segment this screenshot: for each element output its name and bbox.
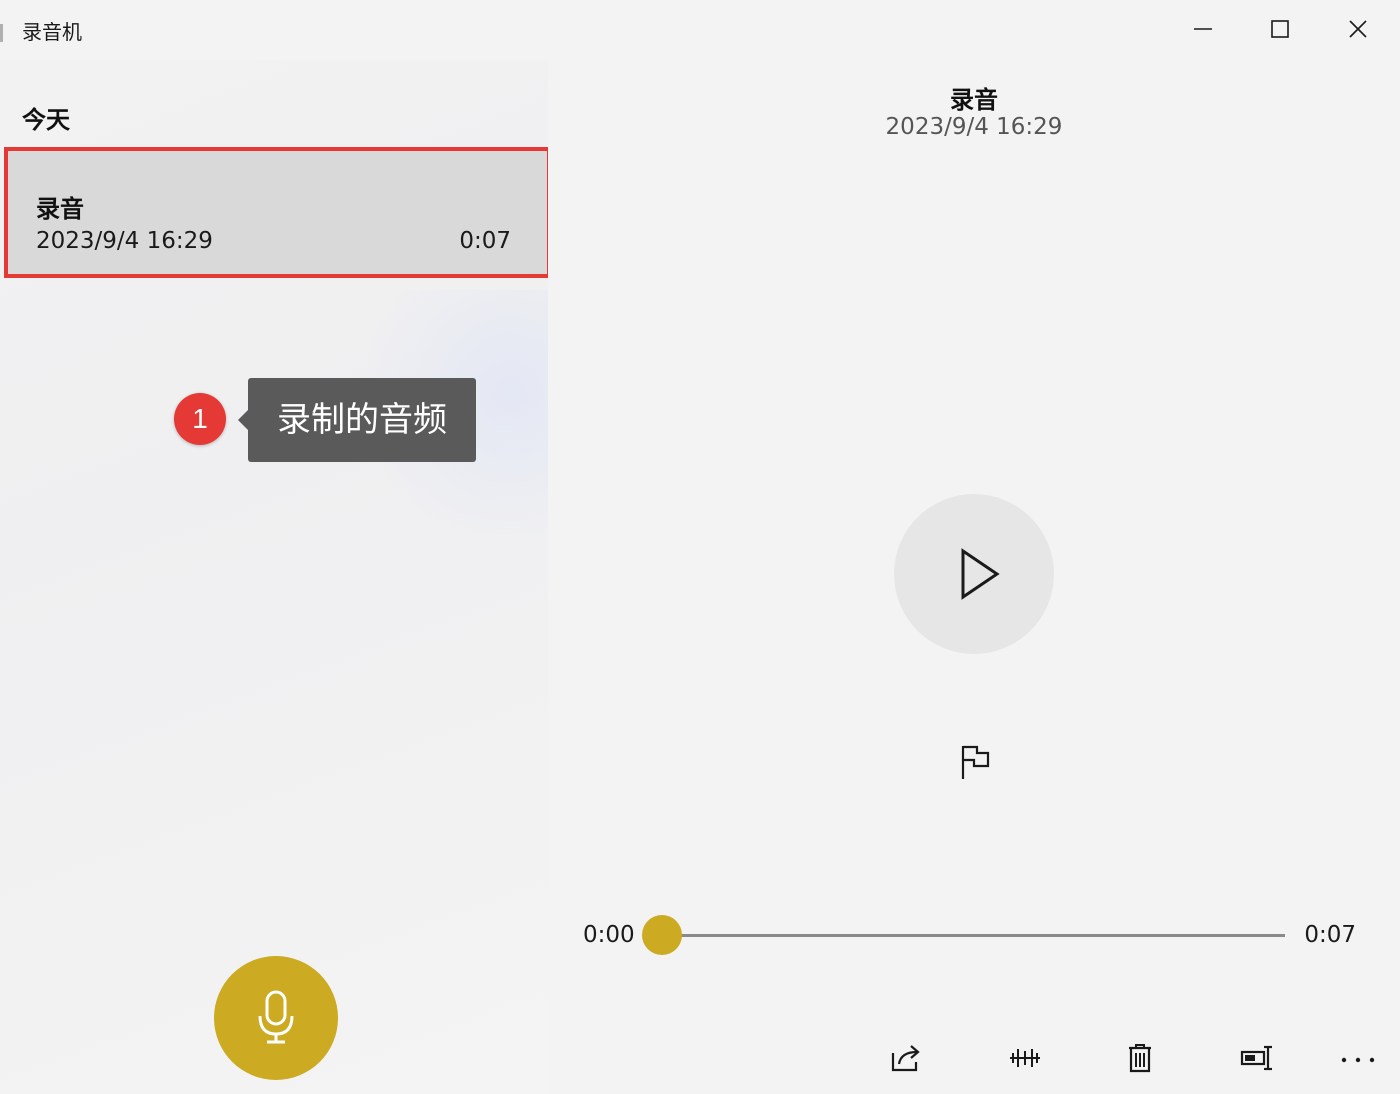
recording-date: 2023/9/4 16:29 xyxy=(36,228,213,254)
app-title: 录音机 xyxy=(22,20,82,44)
flag-icon xyxy=(961,745,990,779)
trim-button[interactable] xyxy=(1002,1035,1050,1083)
delete-button[interactable] xyxy=(1117,1035,1165,1083)
rename-button[interactable] xyxy=(1234,1035,1282,1083)
maximize-button[interactable] xyxy=(1247,6,1313,52)
total-duration: 0:07 xyxy=(1304,922,1356,948)
recordings-pane: 今天 录音 2023/9/4 16:29 0:07 1 录制的音频 xyxy=(0,60,551,1094)
title-bar[interactable]: 录音机 xyxy=(0,0,1400,60)
rename-icon xyxy=(1240,1045,1272,1071)
seek-thumb[interactable] xyxy=(642,915,682,955)
share-button[interactable] xyxy=(884,1035,932,1083)
share-icon xyxy=(891,1045,920,1072)
maximize-icon xyxy=(1271,20,1289,38)
minimize-icon xyxy=(1194,28,1212,30)
more-options-button[interactable] xyxy=(1334,1035,1382,1083)
add-marker-button[interactable] xyxy=(954,740,998,784)
recording-name: 录音 xyxy=(36,195,84,223)
voice-recorder-window: 录音机 今天 录音 2023/9/4 16:29 0:07 1 录制的音频 录音… xyxy=(0,0,1400,1094)
seek-bar[interactable] xyxy=(642,915,1285,955)
recording-list-item[interactable]: 录音 2023/9/4 16:29 0:07 xyxy=(4,147,551,278)
window-edge xyxy=(0,24,3,42)
playback-pane: 录音 2023/9/4 16:29 0:00 0:07 xyxy=(548,60,1400,1094)
recording-duration: 0:07 xyxy=(459,228,511,254)
current-time: 0:00 xyxy=(583,922,635,948)
minimize-button[interactable] xyxy=(1170,6,1236,52)
recording-title: 录音 xyxy=(950,86,998,114)
trash-icon xyxy=(1129,1044,1151,1073)
annotation-callout: 录制的音频 xyxy=(238,378,476,462)
play-button[interactable] xyxy=(894,494,1054,654)
play-icon xyxy=(961,548,1000,600)
trim-icon xyxy=(1010,1049,1040,1067)
more-icon xyxy=(1341,1057,1375,1063)
close-button[interactable] xyxy=(1325,6,1391,52)
recording-timestamp: 2023/9/4 16:29 xyxy=(885,114,1063,140)
section-header-today: 今天 xyxy=(22,106,70,134)
close-icon xyxy=(1349,20,1367,38)
record-button[interactable] xyxy=(214,956,338,1080)
microphone-icon xyxy=(258,990,294,1044)
annotation-number-badge: 1 xyxy=(174,393,226,445)
